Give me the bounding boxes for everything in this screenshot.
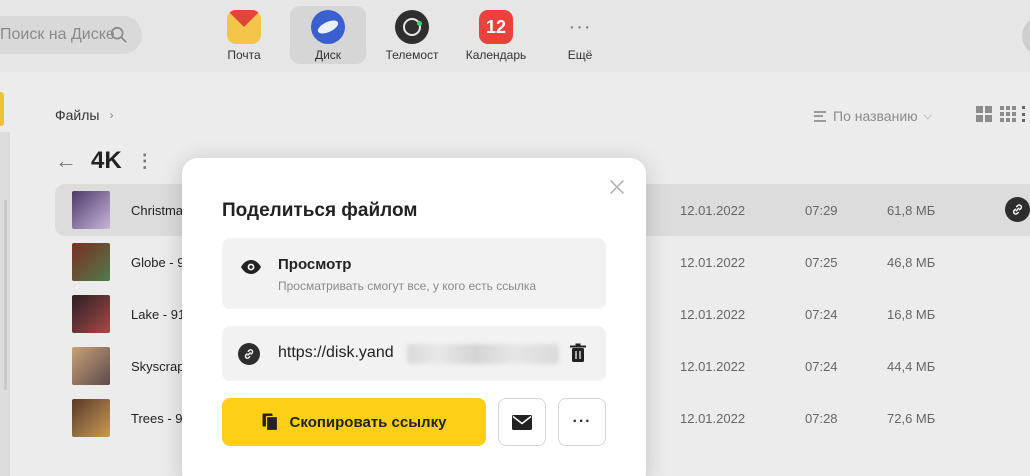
- copy-link-label: Скопировать ссылку: [289, 413, 447, 431]
- share-link-field[interactable]: https://disk.yand: [222, 326, 606, 381]
- blurred-link-part: [407, 344, 559, 364]
- send-email-button[interactable]: [498, 398, 546, 446]
- copy-link-button[interactable]: Скопировать ссылку: [222, 398, 486, 446]
- link-icon: [238, 343, 260, 365]
- trash-icon[interactable]: [569, 343, 587, 363]
- eye-icon: [241, 260, 261, 274]
- envelope-icon: [512, 414, 532, 430]
- copy-icon: [262, 413, 278, 431]
- share-link-url[interactable]: https://disk.yand: [278, 344, 394, 362]
- dialog-title: Поделиться файлом: [222, 200, 418, 221]
- more-options-button[interactable]: ···: [558, 398, 606, 446]
- close-icon[interactable]: [608, 178, 626, 196]
- access-level-description: Просматривать смогут все, у кого есть сс…: [278, 279, 537, 293]
- access-level-title: Просмотр: [278, 256, 352, 273]
- share-dialog: Поделиться файлом Просмотр Просматривать…: [182, 158, 646, 476]
- access-level-selector[interactable]: Просмотр Просматривать смогут все, у ког…: [222, 238, 606, 309]
